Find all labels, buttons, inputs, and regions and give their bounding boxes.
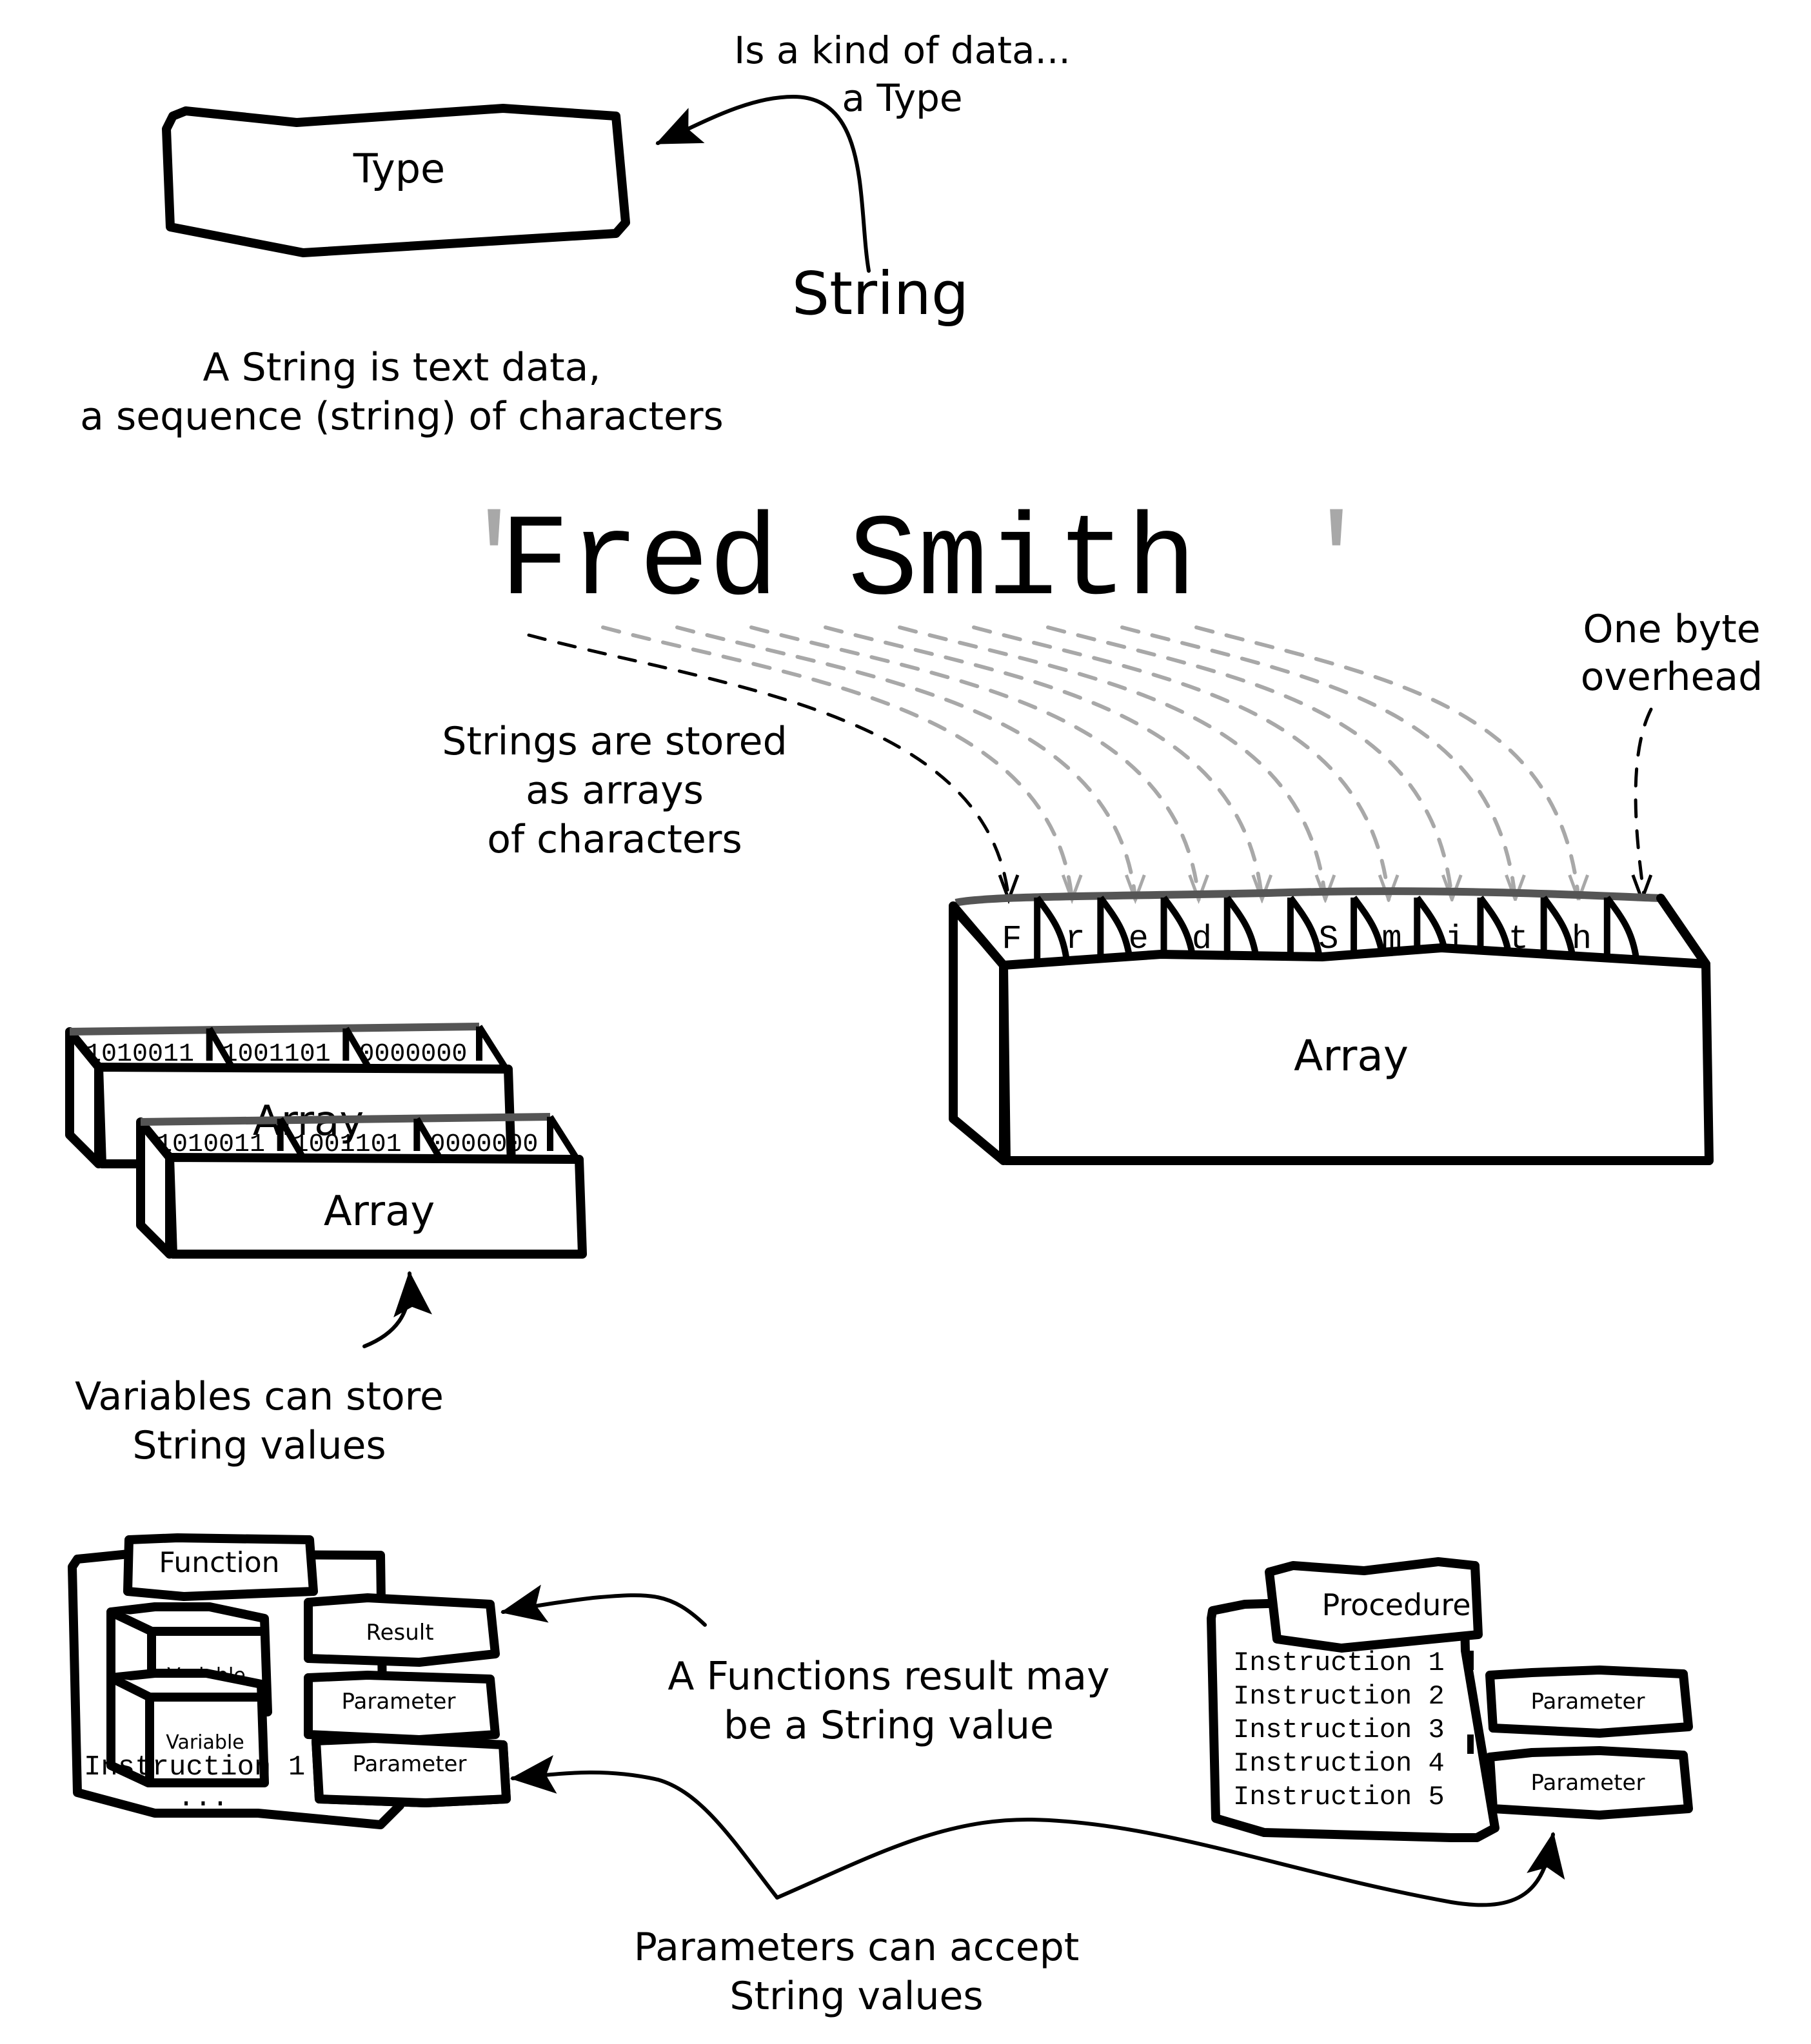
procedure-instruction: Instruction 2 [1233, 1681, 1445, 1712]
procedure-block: Procedure Instruction 1Instruction 2Inst… [1207, 1557, 1693, 1842]
big-array: Fred Smith Array [949, 887, 1714, 1165]
procedure-instructions: Instruction 1Instruction 2Instruction 3I… [1233, 1647, 1445, 1813]
character-mapping-arrow [824, 625, 1264, 901]
literal-text: Fred Smith [500, 497, 1196, 629]
diagram-canvas: Type Is a kind of data... a Type String … [65, 28, 1763, 2019]
function-parameter-2-label: Parameter [353, 1751, 467, 1777]
type-note-line2: a Type [842, 76, 962, 120]
literal-quote-close: ' [1301, 497, 1371, 629]
result-arrow [500, 1584, 707, 1627]
parameters-note-line1: Parameters can accept [634, 1925, 1080, 1970]
character-mapping-arrow [898, 625, 1327, 901]
variable-array-label: Array [324, 1188, 435, 1235]
big-array-label: Array [1294, 1031, 1409, 1081]
function-block: Function Variable Variable Result Parame… [68, 1533, 511, 1829]
type-box: Type [162, 104, 630, 257]
array-cell-divider [547, 1115, 579, 1159]
variables-note-line2: String values [132, 1423, 386, 1468]
procedure-instruction: Instruction 4 [1233, 1748, 1445, 1779]
array-cell-char: r [1065, 920, 1085, 958]
function-variable-2-label: Variable [166, 1731, 244, 1754]
example-literal: ' Fred Smith ' [459, 497, 1371, 629]
arrow-head [1441, 874, 1463, 905]
procedure-title: Procedure [1321, 1587, 1470, 1622]
character-mapping-arrow [1046, 625, 1454, 901]
function-result-note-line2: be a String value [724, 1703, 1054, 1748]
function-title: Function [159, 1546, 279, 1579]
character-mapping-arrow [972, 625, 1391, 901]
overhead-note-line2: overhead [1581, 654, 1763, 700]
parameters-note-line2: String values [729, 1974, 983, 2019]
variables-arrow [362, 1271, 432, 1348]
variables-note-line1: Variables can store [75, 1374, 444, 1419]
function-result-note-line1: A Functions result may [668, 1654, 1109, 1699]
string-title: String [792, 259, 969, 328]
string-to-type-arrow [655, 95, 871, 273]
type-note-line1: Is a kind of data... [734, 28, 1071, 72]
procedure-instruction: Instruction 3 [1233, 1715, 1445, 1745]
procedure-parameter-2-label: Parameter [1531, 1770, 1645, 1796]
procedure-parameter-1-label: Parameter [1531, 1689, 1645, 1715]
procedure-instruction: Instruction 1 [1233, 1647, 1445, 1678]
arrow-head [1378, 874, 1400, 905]
array-top-strip [69, 1023, 480, 1036]
function-instruction: Instruction 1 [84, 1751, 305, 1784]
function-result-label: Result [366, 1620, 433, 1646]
function-ellipsis: ... [177, 1782, 228, 1814]
parameters-arrow-left [510, 1755, 779, 1900]
storage-note-line2: as arrays [526, 768, 704, 813]
string-definition-line1: A String is text data, [203, 345, 601, 390]
procedure-instruction: Instruction 5 [1233, 1782, 1445, 1813]
array-cell-char: F [1002, 920, 1022, 958]
string-definition-line2: a sequence (string) of characters [80, 394, 724, 439]
character-mapping-arrow [1634, 707, 1653, 901]
array-cell-divider [476, 1025, 508, 1069]
array-top-strip [140, 1113, 551, 1126]
overhead-note-line1: One byte [1583, 607, 1760, 652]
type-box-label: Type [353, 145, 445, 192]
storage-note-line1: Strings are stored [442, 719, 787, 764]
function-parameter-1-label: Parameter [342, 1689, 456, 1715]
storage-note-line3: of characters [487, 817, 742, 862]
variable-array-front: 1010011 1001101 0000000Array [136, 1113, 587, 1259]
